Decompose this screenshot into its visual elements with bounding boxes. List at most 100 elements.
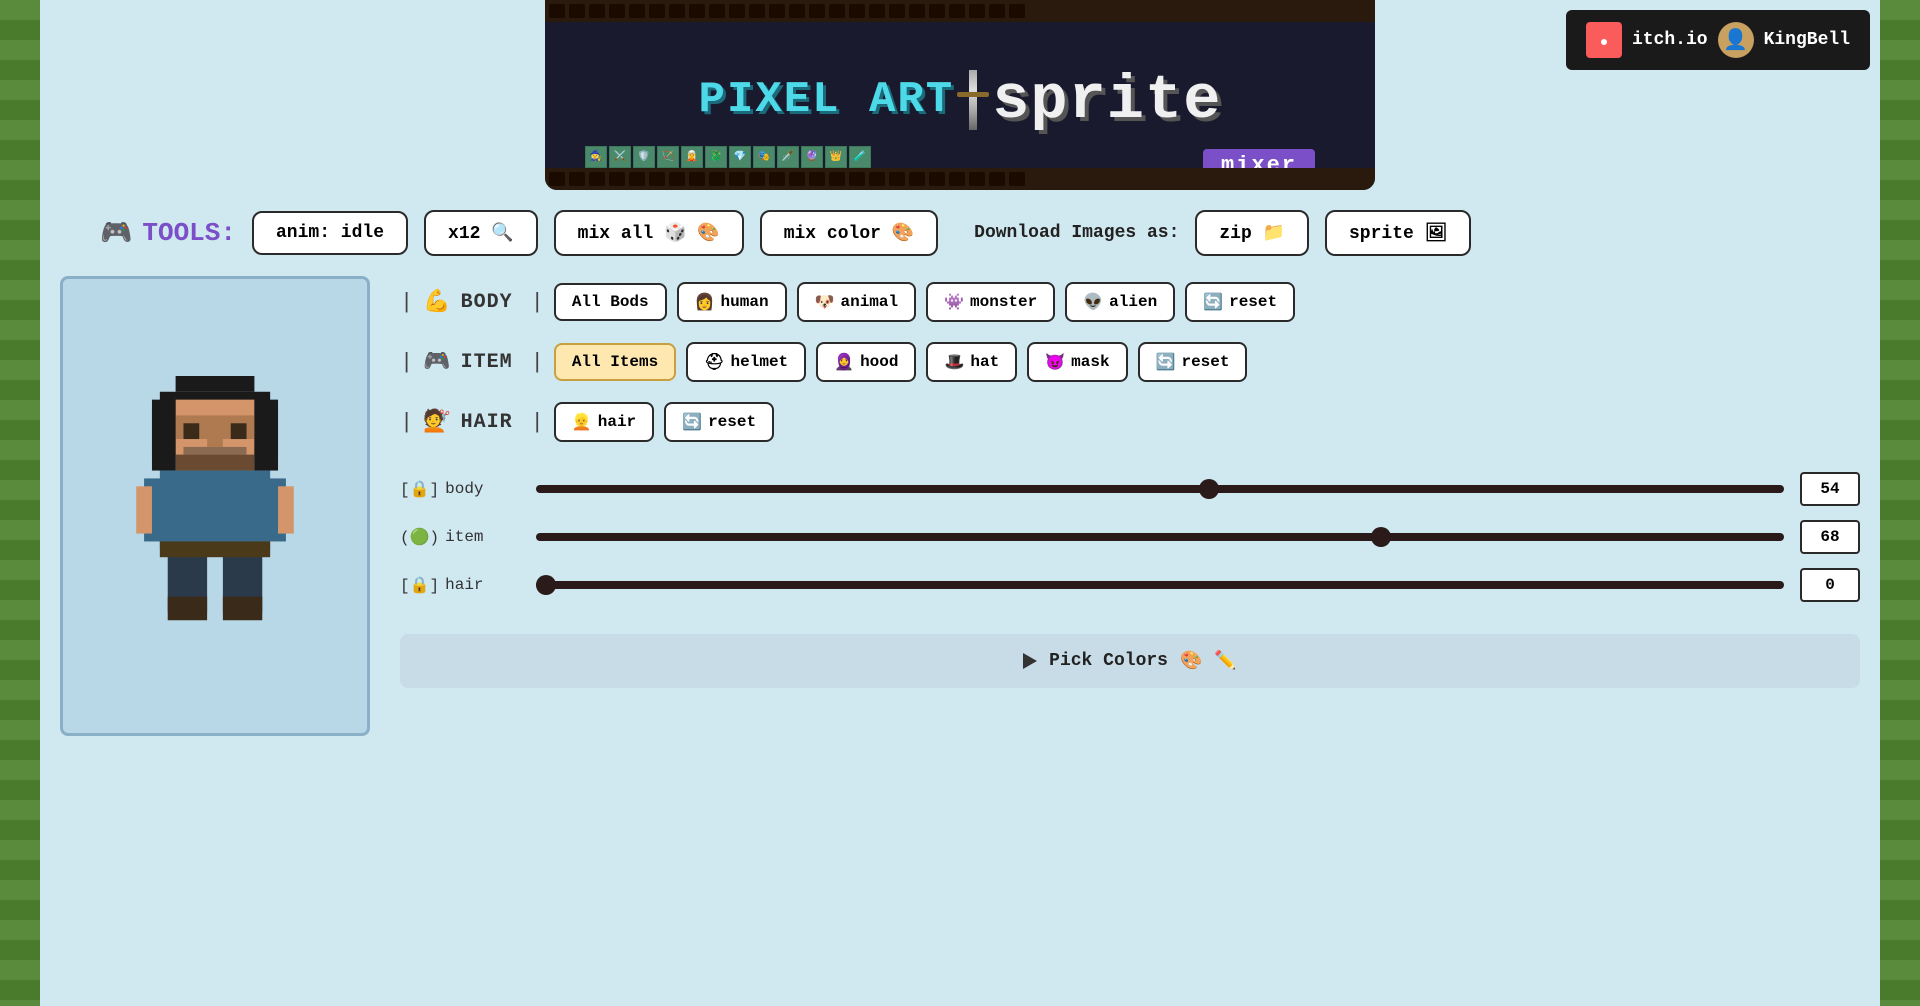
item-slider-wrap	[536, 527, 1784, 547]
hat-button[interactable]: 🎩 hat	[926, 342, 1017, 382]
filmstrip-hole	[949, 4, 965, 18]
body-slider-prefix: [🔒] body	[400, 479, 520, 499]
filmstrip-hole	[829, 172, 845, 186]
filmstrip-hole	[549, 4, 565, 18]
alien-icon: 👽	[1083, 292, 1103, 312]
banner-title: PIXEL ART sprite	[699, 55, 1222, 136]
body-slider-value: 54	[1800, 472, 1860, 506]
all-bods-button[interactable]: All Bods	[554, 283, 667, 321]
sprite-download-button[interactable]: sprite 🖼	[1325, 210, 1471, 256]
filmstrip-hole	[669, 172, 685, 186]
filmstrip-hole	[709, 4, 725, 18]
filmstrip-hole	[929, 172, 945, 186]
body-reset-button[interactable]: 🔄 reset	[1185, 282, 1295, 322]
sprite-icon: ⚔️	[609, 146, 631, 168]
filmstrip-hole	[649, 172, 665, 186]
filmstrip-hole	[889, 4, 905, 18]
filmstrip-hole	[569, 4, 585, 18]
hair-slider-prefix: [🔒] hair	[400, 575, 520, 595]
body-lock-icon: [🔒]	[400, 479, 439, 499]
zoom-button[interactable]: x12 🔍	[424, 210, 538, 256]
hair-slider[interactable]	[536, 581, 1784, 589]
filmstrip-hole	[609, 4, 625, 18]
filmstrip-hole	[789, 172, 805, 186]
filmstrip-hole	[709, 172, 725, 186]
hair-label: HAIR	[461, 411, 521, 434]
body-slider-label: body	[445, 480, 483, 498]
animal-button[interactable]: 🐶 animal	[797, 282, 917, 322]
helmet-button[interactable]: ⛑ helmet	[686, 342, 806, 382]
item-selector-row: | 🎮 ITEM | All Items ⛑ helmet 🧕 hood 🎩 h…	[400, 336, 1860, 388]
item-slider-prefix: (🟢) item	[400, 527, 520, 547]
filmstrip-hole	[609, 172, 625, 186]
zip-download-button[interactable]: zip 📁	[1195, 210, 1309, 256]
mix-color-button[interactable]: mix color 🎨	[760, 210, 938, 256]
filmstrip-hole	[909, 4, 925, 18]
hair-slider-value: 0	[1800, 568, 1860, 602]
hair-person-icon: 👱	[572, 412, 592, 432]
filmstrip-hole	[809, 172, 825, 186]
all-items-label: All Items	[572, 353, 658, 371]
hair-emoji-icon: 💇	[423, 409, 450, 435]
monster-button[interactable]: 👾 monster	[926, 282, 1055, 322]
filmstrip-hole	[749, 4, 765, 18]
hood-icon: 🧕	[834, 352, 854, 372]
mix-color-label: mix color 🎨	[784, 222, 914, 244]
sprite-icon: 🧝	[681, 146, 703, 168]
body-label: BODY	[461, 291, 521, 314]
sprite-icon: 🏹	[657, 146, 679, 168]
filmstrip-hole	[769, 172, 785, 186]
expand-triangle-icon	[1023, 653, 1037, 669]
filmstrip-hole	[629, 4, 645, 18]
hair-reset-label: reset	[708, 413, 756, 431]
sprite-icon: 🧙	[585, 146, 607, 168]
sprite-icon: 💎	[729, 146, 751, 168]
filmstrip-hole	[869, 172, 885, 186]
hood-label: hood	[860, 353, 898, 371]
filmstrip-hole	[849, 4, 865, 18]
filmstrip-hole	[989, 172, 1005, 186]
mask-button[interactable]: 😈 mask	[1027, 342, 1127, 382]
sprite-icon: 🐉	[705, 146, 727, 168]
body-reset-icon: 🔄	[1203, 292, 1223, 312]
filmstrip-hole	[749, 172, 765, 186]
item-slider[interactable]	[536, 533, 1784, 541]
animal-label: animal	[840, 293, 898, 311]
human-button[interactable]: 👩 human	[677, 282, 787, 322]
sprite-label: sprite 🖼	[1349, 222, 1447, 244]
pick-colors-bar[interactable]: Pick Colors 🎨 ✏️	[400, 634, 1860, 688]
filmstrip-hole	[649, 4, 665, 18]
filmstrip-hole	[689, 172, 705, 186]
hat-label: hat	[970, 353, 999, 371]
all-items-button[interactable]: All Items	[554, 343, 676, 381]
filmstrip-hole	[829, 4, 845, 18]
item-reset-label: reset	[1181, 353, 1229, 371]
all-bods-label: All Bods	[572, 293, 649, 311]
hair-slider-row: [🔒] hair 0	[400, 568, 1860, 602]
filmstrip-hole	[989, 4, 1005, 18]
filmstrip-hole	[809, 4, 825, 18]
body-slider-wrap	[536, 479, 1784, 499]
anim-idle-button[interactable]: anim: idle	[252, 211, 408, 255]
body-slider[interactable]	[536, 485, 1784, 493]
filmstrip-hole	[589, 172, 605, 186]
hair-button[interactable]: 👱 hair	[554, 402, 654, 442]
palette-icon: 🎨	[1180, 650, 1202, 672]
monster-icon: 👾	[944, 292, 964, 312]
filmstrip-hole	[889, 172, 905, 186]
hood-button[interactable]: 🧕 hood	[816, 342, 916, 382]
download-label: Download Images as:	[974, 223, 1179, 243]
itch-badge[interactable]: itch.io 👤 KingBell	[1566, 10, 1870, 70]
hair-reset-button[interactable]: 🔄 reset	[664, 402, 774, 442]
user-label: KingBell	[1764, 30, 1850, 50]
item-slider-row: (🟢) item 68	[400, 520, 1860, 554]
item-icon: 🎮	[423, 349, 450, 375]
filmstrip-hole	[869, 4, 885, 18]
sprite-label: sprite	[992, 65, 1221, 136]
mix-all-button[interactable]: mix all 🎲 🎨	[554, 210, 744, 256]
filmstrip-hole	[929, 4, 945, 18]
item-reset-button[interactable]: 🔄 reset	[1138, 342, 1248, 382]
alien-button[interactable]: 👽 alien	[1065, 282, 1175, 322]
mask-icon: 😈	[1045, 352, 1065, 372]
left-border	[0, 0, 40, 1006]
